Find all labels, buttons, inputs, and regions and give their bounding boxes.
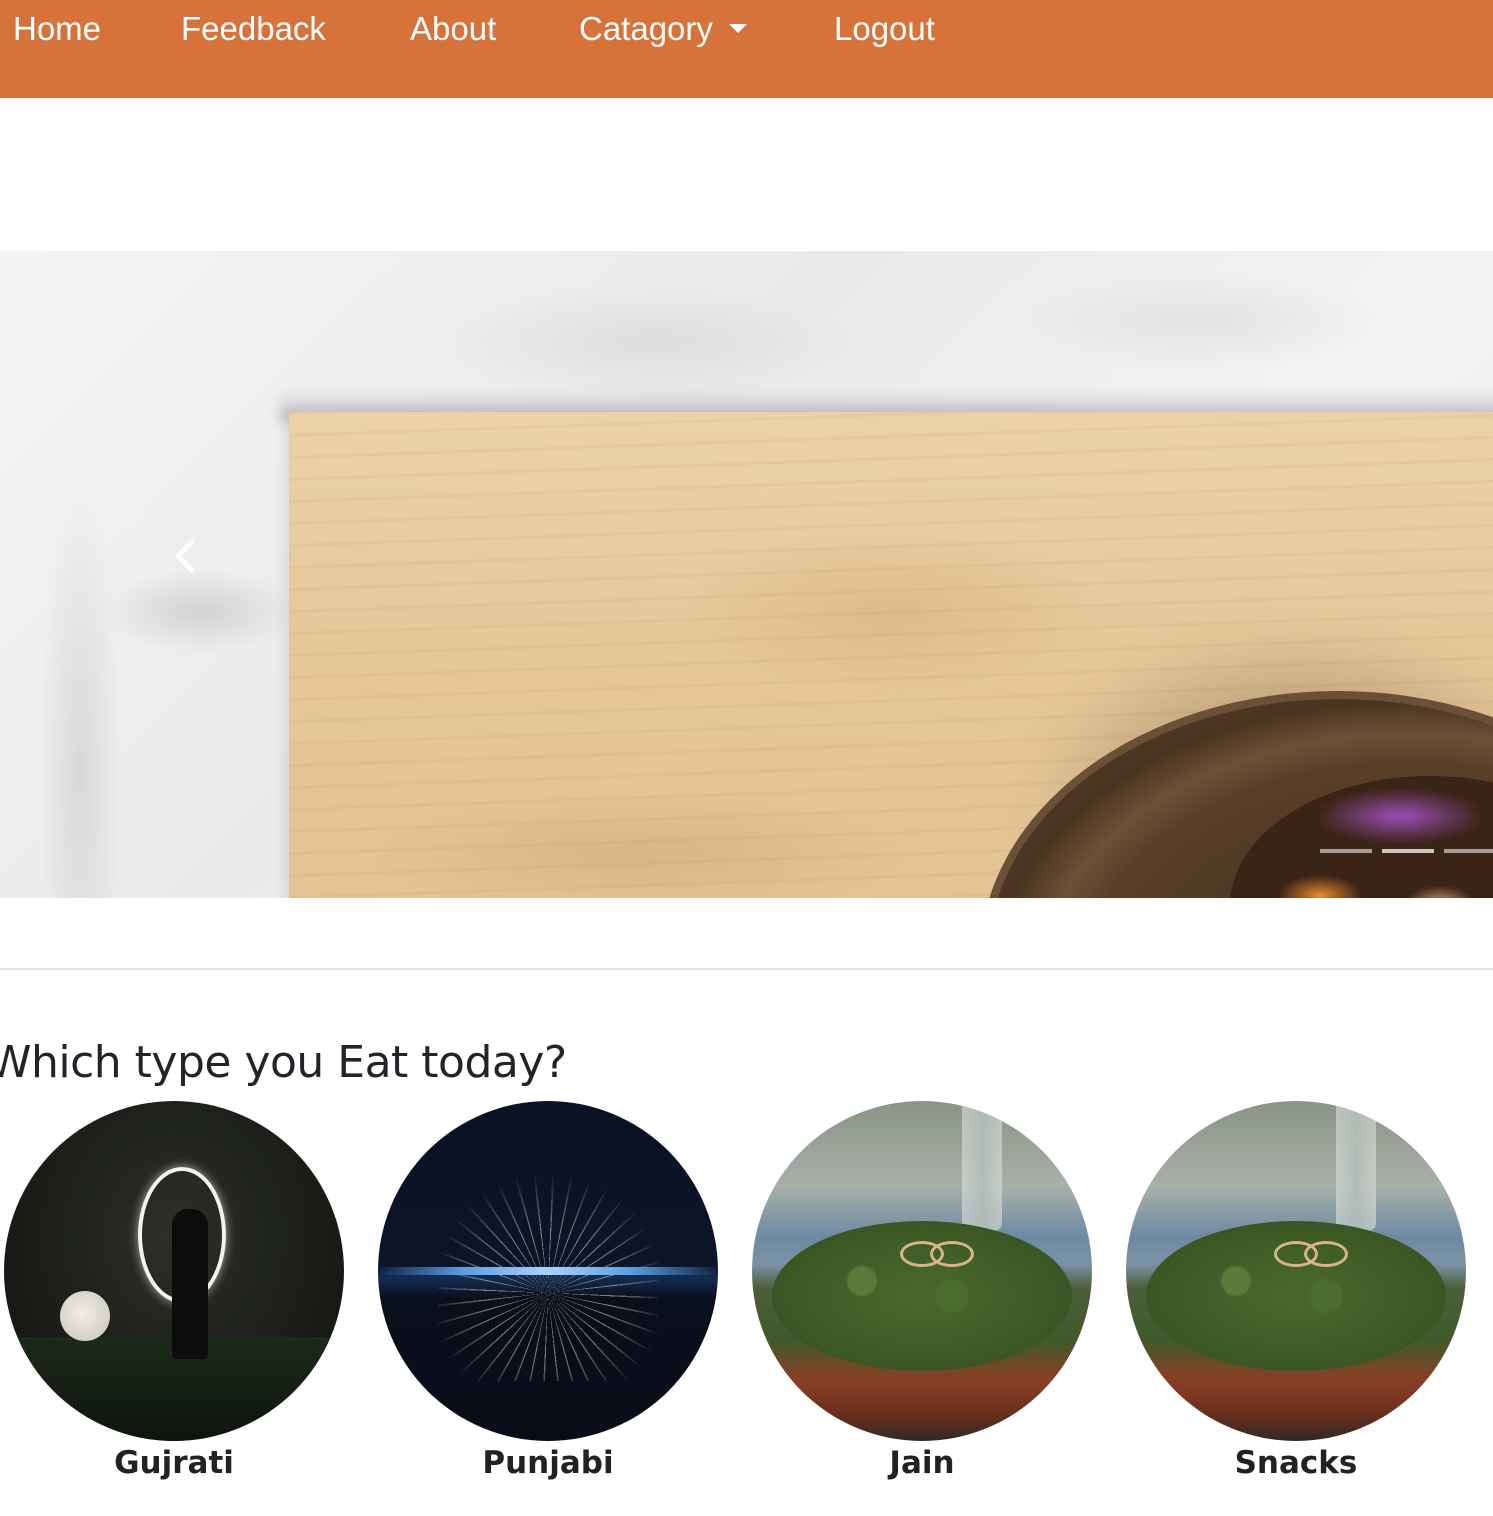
category-label-punjabi[interactable]: Punjabi	[378, 1445, 718, 1481]
category-image-gujrati[interactable]	[4, 1101, 344, 1441]
image-glass	[962, 1101, 1002, 1231]
nav-category-dropdown[interactable]: Catagory	[579, 6, 747, 52]
category-image-jain[interactable]	[752, 1101, 1092, 1441]
image-rings	[1274, 1241, 1348, 1267]
image-moon	[60, 1291, 110, 1341]
category-image-snacks[interactable]	[1126, 1101, 1466, 1441]
nav-category-label: Catagory	[579, 10, 713, 47]
category-card-jain[interactable]: Jain	[752, 1101, 1092, 1481]
image-person	[172, 1209, 208, 1359]
category-label-snacks[interactable]: Snacks	[1126, 1445, 1466, 1481]
nav-home-link[interactable]: Home	[13, 6, 101, 52]
category-card-snacks[interactable]: Snacks	[1126, 1101, 1466, 1481]
image-glass	[1336, 1101, 1376, 1231]
nav-feedback-link[interactable]: Feedback	[181, 6, 326, 52]
image-rings	[900, 1241, 974, 1267]
carousel-indicator-1[interactable]	[1320, 849, 1372, 853]
category-image-punjabi[interactable]	[378, 1101, 718, 1441]
carousel-prev-button[interactable]	[150, 521, 220, 591]
carousel-indicator-3[interactable]	[1444, 849, 1493, 853]
carousel-indicator-2[interactable]	[1382, 849, 1434, 853]
section-title: Which type you Eat today?	[0, 1036, 567, 1088]
top-navbar: Home Feedback About Catagory Logout	[0, 0, 1493, 98]
chevron-left-icon	[175, 539, 195, 573]
image-horizon	[378, 1267, 718, 1275]
section-divider	[0, 968, 1493, 970]
nav-about-link[interactable]: About	[410, 6, 496, 52]
category-label-jain[interactable]: Jain	[752, 1445, 1092, 1481]
nav-logout-link[interactable]: Logout	[834, 6, 935, 52]
category-label-gujrati[interactable]: Gujrati	[4, 1445, 344, 1481]
caret-down-icon	[728, 23, 747, 33]
category-card-gujrati[interactable]: Gujrati	[4, 1101, 344, 1481]
hero-carousel	[0, 251, 1493, 898]
category-card-punjabi[interactable]: Punjabi	[378, 1101, 718, 1481]
